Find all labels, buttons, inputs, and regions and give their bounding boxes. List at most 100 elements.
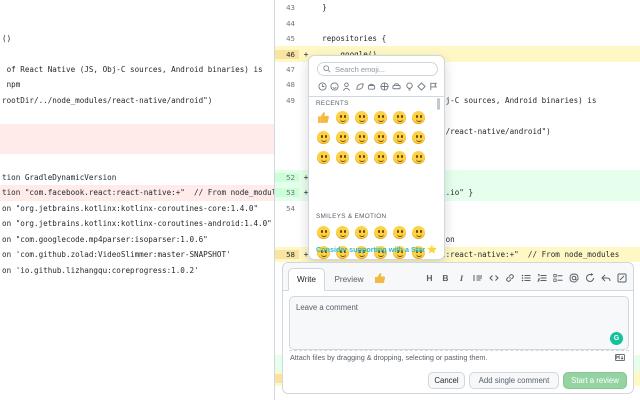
cross-reference-icon[interactable]: [584, 273, 595, 284]
quote-icon[interactable]: [472, 273, 483, 284]
mention-icon[interactable]: [568, 273, 579, 284]
support-star-link[interactable]: Consider supporting with a Star ⭐: [309, 245, 444, 254]
smiley-emoji[interactable]: [391, 149, 408, 166]
smiley-emoji[interactable]: [353, 149, 370, 166]
person-icon[interactable]: [342, 81, 352, 91]
emoji-picker: Search emoji... RECENTS SMILEYS & EMOTIO…: [308, 55, 445, 260]
smiley-emoji[interactable]: [315, 224, 332, 241]
right-diff-line[interactable]: 43 }: [275, 0, 640, 15]
smiley-emoji[interactable]: [372, 224, 389, 241]
attach-files-bar[interactable]: Attach files by dragging & dropping, sel…: [289, 350, 629, 364]
heading-icon[interactable]: H: [424, 273, 435, 284]
smiley-emoji[interactable]: [391, 129, 408, 146]
smiley-emoji[interactable]: [334, 109, 351, 126]
line-number[interactable]: 44: [275, 19, 299, 28]
thumbs-up-icon[interactable]: [374, 271, 386, 283]
recents-label: RECENTS: [316, 100, 349, 107]
line-number[interactable]: 49: [275, 96, 299, 105]
thumbs-up-emoji[interactable]: [315, 109, 332, 126]
tab-preview[interactable]: Preview: [330, 268, 368, 291]
line-number[interactable]: 52: [275, 173, 299, 183]
smiley-emoji[interactable]: [353, 224, 370, 241]
left-diff-line: [0, 46, 274, 61]
code-icon[interactable]: [488, 273, 499, 284]
left-diff-line: of React Native (JS, Obj-C sources, Andr…: [0, 62, 274, 77]
diff-left-pane: () of React Native (JS, Obj-C sources, A…: [0, 0, 274, 400]
left-code-text: on "org.jetbrains.kotlinx:kotlinx-corout…: [2, 203, 259, 213]
flag-icon[interactable]: [429, 81, 439, 91]
add-single-comment-button[interactable]: Add single comment: [469, 372, 559, 389]
left-code-text: tion "com.facebook.react:react-native:+"…: [2, 188, 274, 198]
smiley-emoji[interactable]: [315, 149, 332, 166]
reply-icon[interactable]: [600, 273, 611, 284]
start-review-button[interactable]: Start a review: [563, 372, 627, 389]
line-number[interactable]: 46: [275, 49, 299, 59]
smiley-emoji[interactable]: [315, 129, 332, 146]
bold-icon[interactable]: B: [440, 273, 451, 284]
line-number[interactable]: 54: [275, 204, 299, 213]
left-diff-line: [0, 108, 274, 123]
smiley-emoji[interactable]: [372, 129, 389, 146]
link-icon[interactable]: [504, 273, 515, 284]
tab-write[interactable]: Write: [288, 268, 325, 291]
unordered-list-icon[interactable]: [520, 273, 531, 284]
left-diff-line: tion GradleDynamicVersion: [0, 170, 274, 185]
sport-icon[interactable]: [379, 81, 389, 91]
smiley-emoji[interactable]: [353, 129, 370, 146]
cancel-button[interactable]: Cancel: [428, 372, 465, 389]
emoji-search-placeholder: Search emoji...: [335, 64, 386, 74]
left-diff-line: [0, 340, 274, 355]
smiley-emoji[interactable]: [391, 224, 408, 241]
smiley-emoji[interactable]: [372, 149, 389, 166]
left-diff-line: [0, 0, 274, 15]
left-diff-line: [0, 324, 274, 339]
emoji-search-input[interactable]: Search emoji...: [317, 62, 438, 76]
food-icon[interactable]: [367, 81, 377, 91]
line-number[interactable]: 43: [275, 3, 299, 12]
left-diff-line: [0, 386, 274, 400]
left-code-text: (): [2, 34, 12, 44]
smiley-icon[interactable]: [329, 81, 339, 91]
line-number[interactable]: 53: [275, 188, 299, 198]
left-diff-line: [0, 355, 274, 370]
italic-icon[interactable]: I: [456, 273, 467, 284]
smiley-emoji[interactable]: [410, 149, 427, 166]
smiley-emoji[interactable]: [410, 224, 427, 241]
smiley-emoji[interactable]: [334, 224, 351, 241]
smiley-emoji[interactable]: [391, 109, 408, 126]
smiley-emoji[interactable]: [410, 109, 427, 126]
comment-actions: Cancel Add single comment Start a review: [428, 372, 627, 389]
task-list-icon[interactable]: [552, 273, 563, 284]
ordered-list-icon[interactable]: [536, 273, 547, 284]
left-code-text: on 'com.github.zolad:VideoSlimmer:master…: [2, 250, 231, 260]
right-code-text: repositories {: [313, 34, 387, 44]
bulb-icon[interactable]: [404, 81, 414, 91]
line-number[interactable]: 48: [275, 80, 299, 89]
smiley-emoji[interactable]: [410, 129, 427, 146]
smiley-emoji[interactable]: [353, 109, 370, 126]
clock-icon[interactable]: [317, 81, 327, 91]
car-icon[interactable]: [392, 81, 402, 91]
smiley-emoji[interactable]: [334, 149, 351, 166]
grammarly-icon[interactable]: G: [610, 332, 623, 345]
line-number[interactable]: 58: [275, 250, 299, 260]
picker-scrollbar[interactable]: [437, 98, 440, 110]
search-icon: [323, 65, 331, 73]
diamond-icon[interactable]: [417, 81, 427, 91]
comment-input[interactable]: [290, 297, 628, 349]
picker-divider: [309, 96, 444, 97]
line-number[interactable]: 47: [275, 65, 299, 74]
smiley-emoji[interactable]: [372, 109, 389, 126]
fullscreen-icon[interactable]: [616, 273, 627, 284]
leaf-icon[interactable]: [354, 81, 364, 91]
smiley-emoji[interactable]: [334, 129, 351, 146]
line-number[interactable]: 45: [275, 34, 299, 43]
left-code-text: rootDir/../node_modules/react-native/and…: [2, 95, 213, 105]
support-text: Consider supporting with a Star: [316, 245, 426, 254]
left-code-text: on "com.googlecode.mp4parser:isoparser:1…: [2, 234, 208, 244]
left-diff-line: on "org.jetbrains.kotlinx:kotlinx-corout…: [0, 216, 274, 231]
comment-tabs: Write Preview H B I: [283, 263, 633, 291]
left-code-text: tion GradleDynamicVersion: [2, 173, 117, 183]
right-diff-line[interactable]: 44: [275, 15, 640, 30]
right-diff-line[interactable]: 45 repositories {: [275, 31, 640, 46]
